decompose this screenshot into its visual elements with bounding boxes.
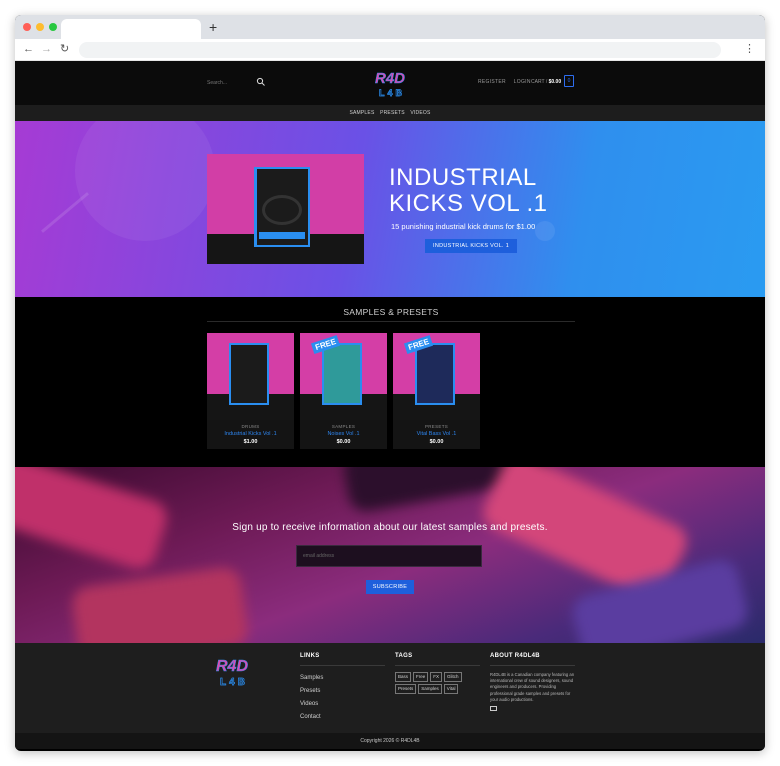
tag-bass[interactable]: Bass: [395, 672, 412, 682]
decorative-circle: [75, 121, 215, 241]
hero-title-line1: INDUSTRIAL: [389, 164, 537, 191]
subscribe-button[interactable]: SUBSCRIBE: [366, 580, 414, 594]
hero-banner: INDUSTRIAL KICKS VOL .1 15 punishing ind…: [15, 121, 765, 297]
close-window-icon[interactable]: [23, 23, 31, 31]
svg-text:L4B: L4B: [220, 677, 248, 688]
product-price: $0.00: [336, 439, 351, 445]
browser-window: + ← → ↻ ⋮ Search... R4D L4B REGISTER LOG…: [15, 15, 765, 751]
product-category: DRUMS: [241, 424, 260, 429]
background-shape: [70, 565, 250, 643]
hero-title: INDUSTRIAL KICKS VOL .1: [389, 165, 589, 217]
forward-arrow-icon[interactable]: →: [41, 42, 52, 56]
product-box: [229, 343, 269, 405]
product-box: [254, 167, 310, 247]
back-arrow-icon[interactable]: ←: [23, 42, 34, 56]
product-image[interactable]: FREE: [300, 333, 387, 420]
footer-about-column: ABOUT R4DL4B R4DL4B is a Canadian compan…: [490, 653, 575, 712]
newsletter-section: Sign up to receive information about our…: [15, 467, 765, 643]
product-box: [322, 343, 362, 405]
box-label: [259, 232, 305, 239]
products-section: SAMPLES & PRESETS DRUMS Industrial Kicks…: [15, 297, 765, 467]
address-bar-row: ← → ↻ ⋮: [15, 39, 765, 61]
cart-link[interactable]: CART / $0.00: [531, 79, 561, 85]
category-nav: SAMPLES PRESETS VIDEOS: [15, 105, 765, 121]
product-price: $1.00: [243, 439, 258, 445]
register-link[interactable]: REGISTER: [478, 79, 506, 85]
tag-fx[interactable]: FX: [430, 672, 443, 682]
tag-glitch[interactable]: Glitch: [444, 672, 462, 682]
product-card[interactable]: FREE SAMPLES Noises Vol .1 $0.00: [300, 333, 387, 449]
section-divider: [207, 321, 575, 322]
product-category: PRESETS: [424, 424, 449, 429]
newsletter-title: Sign up to receive information about our…: [232, 522, 548, 533]
tag-cloud: Bass Free FX Glitch Presets Samples Vita…: [395, 672, 480, 694]
nav-item-presets[interactable]: PRESETS: [380, 110, 405, 116]
cart-total: $0.00: [548, 79, 562, 85]
product-category: SAMPLES: [331, 424, 356, 429]
copyright-bar: Copyright 2026 © R4DL4B: [15, 733, 765, 749]
cart-icon[interactable]: 0: [564, 75, 574, 87]
tag-free[interactable]: Free: [413, 672, 429, 682]
hero-subtitle: 15 punishing industrial kick drums for $…: [391, 222, 536, 231]
account-links: REGISTER LOGIN: [478, 79, 537, 85]
login-link[interactable]: LOGIN: [514, 79, 531, 85]
footer-tags-heading: TAGS: [395, 653, 413, 659]
svg-text:R4D: R4D: [216, 658, 248, 675]
footer-divider: [300, 665, 385, 666]
product-name[interactable]: Vital Bass Vol .1: [393, 431, 480, 437]
footer-links-heading: LINKS: [300, 653, 320, 659]
search-icon[interactable]: [256, 77, 266, 87]
product-name[interactable]: Noises Vol .1: [300, 431, 387, 437]
footer-about-heading: ABOUT R4DL4B: [490, 653, 540, 659]
url-field[interactable]: [79, 42, 721, 58]
site-logo[interactable]: R4D L4B: [364, 68, 416, 100]
window-controls: [23, 23, 57, 31]
hero-product-image[interactable]: [207, 154, 364, 264]
footer-tags-column: TAGS Bass Free FX Glitch Presets Samples…: [395, 653, 480, 694]
reload-icon[interactable]: ↻: [60, 42, 69, 56]
email-icon[interactable]: [490, 706, 497, 712]
about-text: R4DL4B is a Canadian company featuring a…: [490, 672, 575, 702]
product-image[interactable]: FREE: [393, 333, 480, 420]
footer-link-videos[interactable]: Videos: [300, 701, 385, 708]
browser-tab[interactable]: [61, 19, 201, 39]
svg-text:L4B: L4B: [379, 88, 405, 98]
new-tab-button[interactable]: +: [209, 19, 217, 35]
footer-link-contact[interactable]: Contact: [300, 714, 385, 721]
decorative-dot: [535, 221, 555, 241]
hero-cta-button[interactable]: INDUSTRIAL KICKS VOL. 1: [425, 239, 518, 253]
background-shape: [15, 467, 172, 574]
tag-presets[interactable]: Presets: [395, 684, 417, 694]
product-price: $0.00: [429, 439, 444, 445]
nav-item-samples[interactable]: SAMPLES: [349, 110, 374, 116]
minimize-window-icon[interactable]: [36, 23, 44, 31]
section-title: SAMPLES & PRESETS: [343, 307, 439, 317]
site-footer: R4D L4B LINKS Samples Presets Videos Con…: [15, 643, 765, 733]
footer-divider: [490, 665, 575, 666]
cart-label: CART /: [531, 79, 548, 85]
maximize-window-icon[interactable]: [49, 23, 57, 31]
footer-links-column: LINKS Samples Presets Videos Contact: [300, 653, 385, 721]
email-field[interactable]: email address: [296, 545, 482, 567]
hero-title-line2: KICKS VOL .1: [389, 190, 548, 217]
product-box: [415, 343, 455, 405]
svg-text:R4D: R4D: [375, 70, 405, 87]
speaker-graphic: [262, 195, 302, 225]
product-card[interactable]: FREE PRESETS Vital Bass Vol .1 $0.00: [393, 333, 480, 449]
tag-vital[interactable]: Vital: [443, 684, 459, 694]
kebab-icon[interactable]: ⋮: [744, 42, 755, 55]
footer-link-presets[interactable]: Presets: [300, 688, 385, 695]
footer-link-samples[interactable]: Samples: [300, 675, 385, 682]
footer-divider: [395, 665, 480, 666]
nav-item-videos[interactable]: VIDEOS: [410, 110, 430, 116]
tab-bar: +: [15, 15, 765, 39]
site-header: Search... R4D L4B REGISTER LOGIN CART / …: [15, 61, 765, 105]
product-name[interactable]: Industrial Kicks Vol .1: [207, 431, 294, 437]
product-image[interactable]: [207, 333, 294, 420]
product-card[interactable]: DRUMS Industrial Kicks Vol .1 $1.00: [207, 333, 294, 449]
decorative-streak: [41, 192, 89, 233]
footer-logo[interactable]: R4D L4B: [204, 655, 260, 689]
tag-samples[interactable]: Samples: [418, 684, 442, 694]
